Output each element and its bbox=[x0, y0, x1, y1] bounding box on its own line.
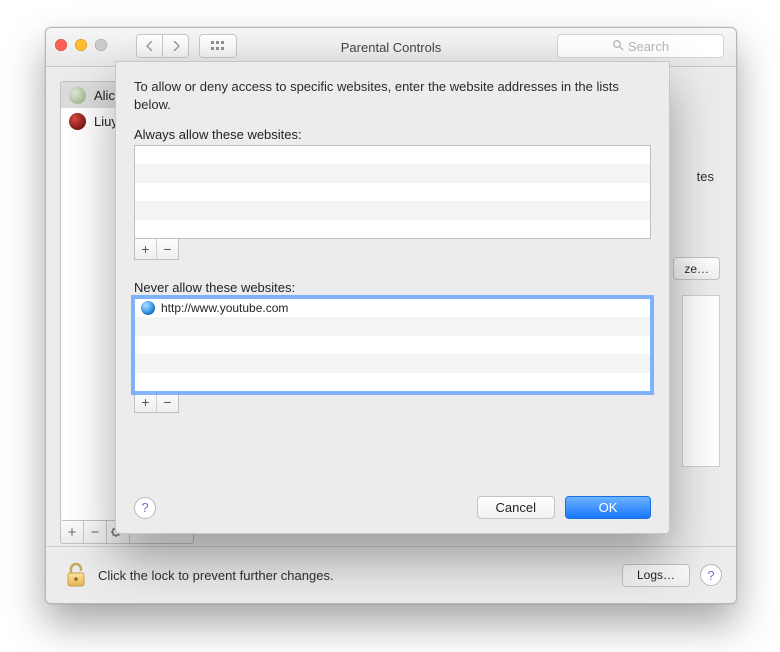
window-footer: Click the lock to prevent further change… bbox=[46, 546, 736, 603]
cancel-button[interactable]: Cancel bbox=[477, 496, 555, 519]
zoom-window-button[interactable] bbox=[95, 39, 107, 51]
never-allow-row[interactable]: http://www.youtube.com bbox=[135, 299, 650, 317]
search-input[interactable]: Search bbox=[557, 34, 724, 58]
nav-forward-button[interactable] bbox=[162, 34, 189, 58]
never-allow-remove-button[interactable]: − bbox=[156, 392, 178, 412]
logs-button[interactable]: Logs… bbox=[622, 564, 690, 587]
background-text-fragment: tes bbox=[697, 169, 714, 184]
sheet-intro-text: To allow or deny access to specific webs… bbox=[134, 78, 651, 113]
ok-button[interactable]: OK bbox=[565, 496, 651, 519]
customize-button[interactable]: ze… bbox=[673, 257, 720, 280]
avatar-icon bbox=[69, 113, 86, 130]
always-allow-add-button[interactable]: + bbox=[135, 239, 156, 259]
never-allow-url: http://www.youtube.com bbox=[161, 301, 288, 315]
nav-back-button[interactable] bbox=[136, 34, 162, 58]
never-allow-add-button[interactable]: + bbox=[135, 392, 156, 412]
show-all-prefs-button[interactable] bbox=[199, 34, 237, 58]
lock-caption: Click the lock to prevent further change… bbox=[98, 568, 334, 583]
avatar-icon bbox=[69, 87, 86, 104]
always-allow-remove-button[interactable]: − bbox=[156, 239, 178, 259]
lock-icon[interactable] bbox=[64, 561, 88, 589]
never-allow-label: Never allow these websites: bbox=[134, 280, 651, 295]
never-allow-controls: + − bbox=[134, 392, 179, 413]
help-button[interactable]: ? bbox=[700, 564, 722, 586]
chevron-right-icon bbox=[172, 41, 180, 51]
close-window-button[interactable] bbox=[55, 39, 67, 51]
minimize-window-button[interactable] bbox=[75, 39, 87, 51]
always-allow-label: Always allow these websites: bbox=[134, 127, 651, 142]
globe-icon bbox=[141, 301, 155, 315]
grid-icon bbox=[211, 41, 225, 51]
search-icon bbox=[612, 39, 624, 54]
always-allow-list[interactable] bbox=[134, 145, 651, 239]
add-account-button[interactable]: + bbox=[61, 521, 84, 543]
sheet-help-button[interactable]: ? bbox=[134, 497, 156, 519]
window-controls bbox=[55, 39, 107, 51]
always-allow-controls: + − bbox=[134, 239, 179, 260]
background-listbox bbox=[682, 295, 720, 467]
never-allow-list[interactable]: http://www.youtube.com bbox=[134, 298, 651, 392]
chevron-left-icon bbox=[146, 41, 154, 51]
website-restrictions-sheet: To allow or deny access to specific webs… bbox=[115, 61, 670, 534]
search-placeholder: Search bbox=[628, 39, 669, 54]
remove-account-button[interactable]: − bbox=[84, 521, 107, 543]
